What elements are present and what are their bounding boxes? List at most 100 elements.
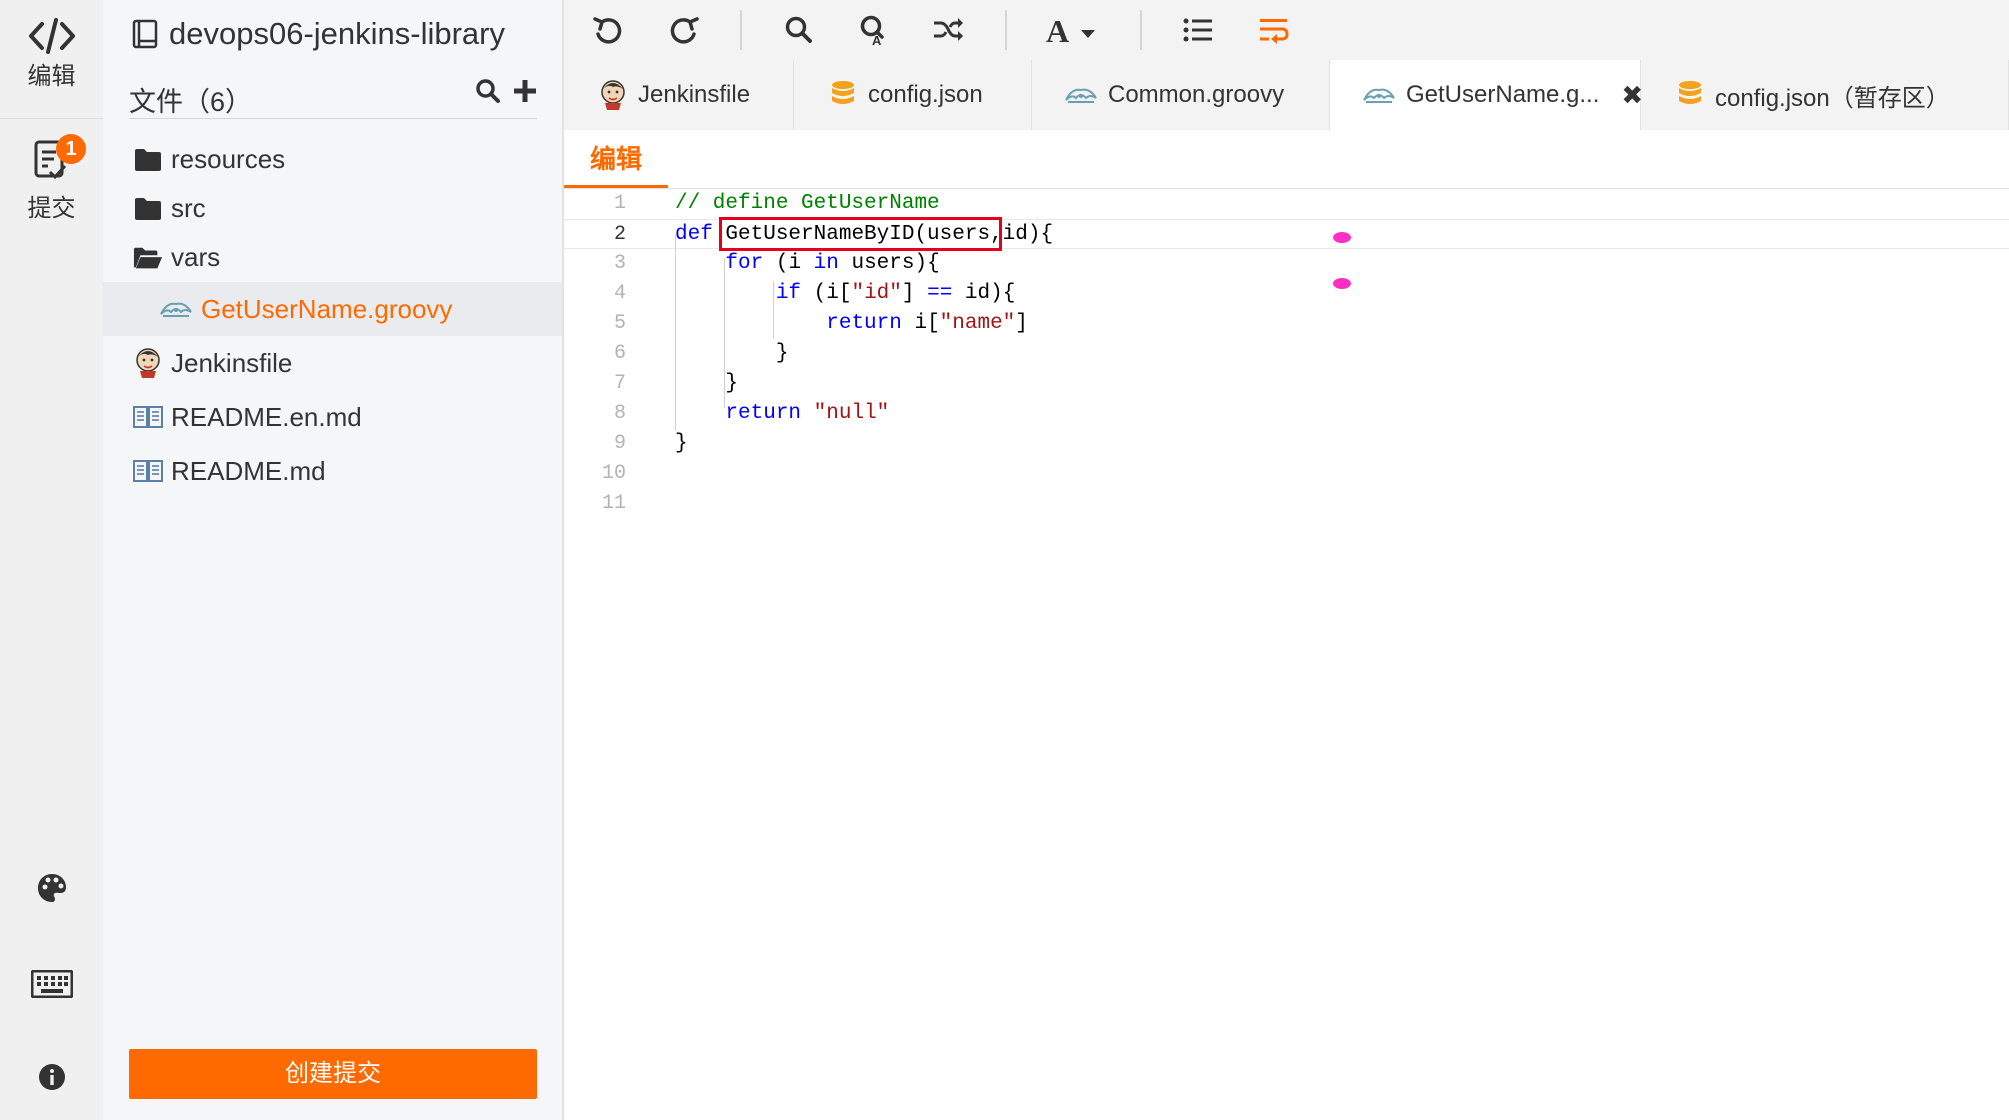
tab-bar: Jenkinsfile config.json Common.groovy Ge… <box>564 60 2009 130</box>
palette-icon <box>37 874 66 902</box>
shuffle-button[interactable] <box>928 10 968 50</box>
toolbar-separator <box>740 10 742 50</box>
edit-activity-button[interactable]: 编辑 <box>0 16 103 91</box>
indent-guide <box>773 281 774 339</box>
shuffle-icon <box>934 18 963 41</box>
repo-icon <box>132 19 158 49</box>
code-line[interactable]: 9} <box>564 429 2009 459</box>
replace-icon: A <box>860 15 884 46</box>
list-icon <box>1183 18 1212 42</box>
commit-activity-label: 提交 <box>27 195 76 222</box>
code-text: } <box>675 372 739 395</box>
folder-open-icon <box>133 243 163 273</box>
redo-button[interactable] <box>664 10 704 50</box>
commit-activity-button[interactable]: 1 提交 <box>0 134 103 223</box>
line-number: 6 <box>613 342 626 365</box>
indent-guide <box>724 258 725 408</box>
line-number: 3 <box>613 252 626 275</box>
files-heading: 文件（6） <box>129 87 253 117</box>
tree-file-readme-en[interactable]: README.en.md <box>103 390 562 444</box>
keyboard-icon <box>30 970 73 998</box>
view-mode-bar: 编辑 <box>564 130 2009 189</box>
word-wrap-button[interactable] <box>1254 10 1294 50</box>
add-file-button[interactable] <box>513 78 537 109</box>
database-icon <box>1675 80 1705 110</box>
toolbar-separator <box>1140 10 1142 50</box>
markdown-book-icon <box>133 402 163 432</box>
line-number: 11 <box>601 492 626 515</box>
info-button[interactable] <box>0 1062 103 1092</box>
tree-item-label: README.md <box>171 455 326 486</box>
tree-folder-vars[interactable]: vars <box>103 233 562 282</box>
tree-file-readme[interactable]: README.md <box>103 444 562 498</box>
tree-item-label: resources <box>171 144 286 174</box>
search-icon <box>476 79 500 103</box>
breakpoint-marker <box>1333 232 1351 243</box>
tree-item-label: vars <box>171 242 221 272</box>
groovy-icon <box>159 294 193 324</box>
line-number: 4 <box>613 282 626 305</box>
code-line[interactable]: 10 <box>564 459 2009 489</box>
repo-title: devops06-jenkins-library <box>131 16 505 52</box>
info-icon <box>38 1064 65 1090</box>
jenkins-icon <box>133 348 163 378</box>
tab-common-groovy[interactable]: Common.groovy <box>1032 60 1330 130</box>
create-commit-button[interactable]: 创建提交 <box>129 1049 537 1099</box>
keyboard-shortcuts-button[interactable] <box>0 970 103 998</box>
close-tab-icon[interactable]: ✖ <box>1621 80 1643 111</box>
code-line[interactable]: 11 <box>564 489 2009 519</box>
tab-jenkinsfile[interactable]: Jenkinsfile <box>564 60 794 130</box>
code-text: } <box>675 432 688 455</box>
tree-item-label: README.en.md <box>171 401 362 432</box>
find-button[interactable] <box>779 10 819 50</box>
find-replace-button[interactable]: A <box>854 10 894 50</box>
tree-folder-src[interactable]: src <box>103 184 562 233</box>
code-text: if (i["id"] == id){ <box>775 282 1016 305</box>
tab-label: Jenkinsfile <box>638 81 751 108</box>
tree-item-label: Jenkinsfile <box>171 347 293 378</box>
code-line[interactable]: 1 // define GetUserName <box>564 189 2009 219</box>
undo-button[interactable] <box>588 10 628 50</box>
code-editor[interactable]: 1// define GetUserName 2 def GetUserNameBy… <box>564 189 2009 1120</box>
indent-guide <box>675 235 676 431</box>
activity-divider <box>0 118 103 119</box>
font-size-dropdown[interactable]: A <box>1042 10 1102 50</box>
tab-config-json[interactable]: config.json <box>794 60 1032 130</box>
tab-label: config.json <box>868 81 983 108</box>
tab-getusername[interactable]: GetUserName.g... ✖ <box>1330 60 1643 130</box>
code-line[interactable]: 8 return "null" <box>564 399 2009 429</box>
file-tree: resources src vars GetUserName.groovy Je… <box>103 135 562 498</box>
files-divider <box>129 118 537 119</box>
tab-config-json-staged[interactable]: config.json（暂存区） <box>1641 60 2009 130</box>
search-files-button[interactable] <box>475 78 501 109</box>
line-number: 5 <box>613 312 626 335</box>
undo-icon <box>593 17 622 44</box>
jenkins-icon <box>598 80 628 110</box>
outline-list-button[interactable] <box>1178 10 1218 50</box>
code-text: return "null" <box>725 402 890 425</box>
editor-toolbar: A A <box>564 0 2009 60</box>
tree-file-getusername[interactable]: GetUserName.groovy <box>103 282 562 336</box>
code-line[interactable]: 7 } <box>564 369 2009 399</box>
tree-folder-resources[interactable]: resources <box>103 135 562 184</box>
highlight-box <box>719 217 1002 251</box>
wrap-icon <box>1260 19 1289 44</box>
tree-file-jenkinsfile[interactable]: Jenkinsfile <box>103 336 562 390</box>
line-number: 9 <box>613 432 626 455</box>
code-line[interactable]: 6 } <box>564 339 2009 369</box>
folder-icon <box>133 145 163 175</box>
code-line[interactable]: 3 for (i in users){ <box>564 249 2009 279</box>
code-text: return i["name"] <box>826 312 1028 335</box>
code-line[interactable]: 4 if (i["id"] == id){ <box>564 279 2009 309</box>
files-actions <box>475 78 537 109</box>
repo-name: devops06-jenkins-library <box>169 16 505 51</box>
theme-button[interactable] <box>0 872 103 904</box>
tree-item-label: src <box>171 193 206 223</box>
breakpoint-marker <box>1333 278 1351 289</box>
code-text: // define GetUserName <box>675 192 940 215</box>
edit-mode-tab[interactable]: 编辑 <box>564 130 668 188</box>
svg-text:A: A <box>1046 13 1069 47</box>
line-number: 10 <box>601 462 626 485</box>
redo-icon <box>670 17 699 44</box>
code-line[interactable]: 5 return i["name"] <box>564 309 2009 339</box>
